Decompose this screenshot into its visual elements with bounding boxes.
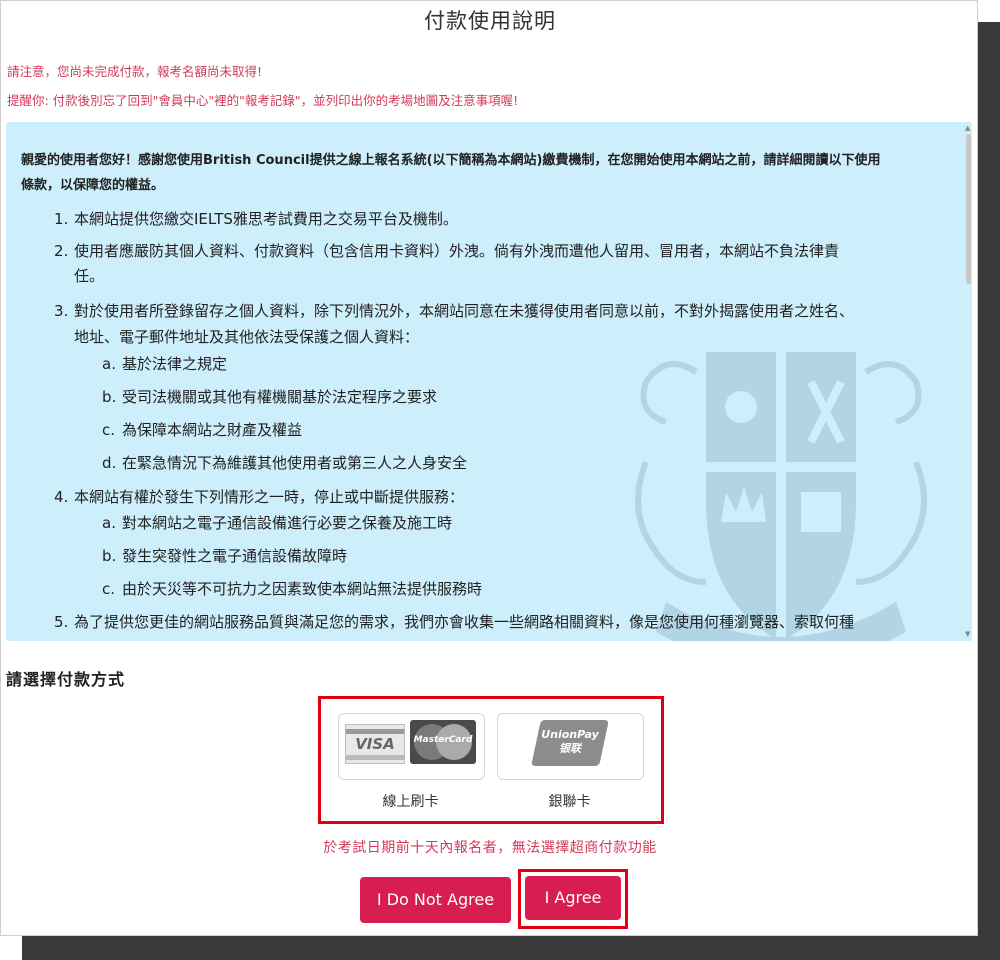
unionpay-option[interactable]: UnionPay 银联 <box>497 713 644 780</box>
dialog-shadow-right <box>978 22 1000 960</box>
term-text: 發生突發性之電子通信設備故障時 <box>122 547 348 565</box>
term-number: d. <box>102 454 117 472</box>
term-text: 為了提供您更佳的網站服務品質與滿足您的需求，我們亦會收集一些網路相關資料，像是您… <box>74 613 855 631</box>
term-text: 為保障本網站之財產及權益 <box>122 421 303 439</box>
term-number: 4. <box>54 488 69 506</box>
term-item-3d: d. 在緊急情況下為維護其他使用者或第三人之人身安全 <box>102 450 467 476</box>
visa-logo-icon: VISA <box>345 724 405 764</box>
visa-logo-text: VISA <box>355 735 395 753</box>
term-text: 地址、電子郵件地址及其他依法受保護之個人資料： <box>74 328 420 346</box>
terms-intro-line-1: 親愛的使用者您好！感謝您使用British Council提供之線上報名系統(以… <box>21 153 881 168</box>
credit-card-option[interactable]: VISA MasterCard <box>338 713 485 780</box>
term-number: 5. <box>54 613 69 631</box>
unionpay-logo-line-1: UnionPay <box>541 728 599 741</box>
term-number: a. <box>102 355 116 373</box>
unionpay-label: 銀聯卡 <box>548 794 591 810</box>
term-item-3a: a. 基於法律之規定 <box>102 351 227 377</box>
term-text: 對於使用者所登錄留存之個人資料，除下列情況外，本網站同意在未獲得使用者同意以前，… <box>74 302 855 320</box>
mastercard-logo-icon: MasterCard <box>410 720 476 764</box>
term-number: c. <box>102 421 116 439</box>
unionpay-logo-line-2: 银联 <box>559 742 581 755</box>
scroll-thumb[interactable] <box>966 134 971 284</box>
print-reminder-notice: 提醒你: 付款後別忘了回到"會員中心"裡的"報考記錄"，並列印出你的考場地圖及注… <box>7 93 519 108</box>
term-text: 受司法機關或其他有權機關基於法定程序之要求 <box>122 388 438 406</box>
payment-method-heading: 請選擇付款方式 <box>6 670 126 689</box>
term-number: a. <box>102 514 116 532</box>
terms-scrollbar[interactable]: ▲ ▼ <box>964 122 972 641</box>
unionpay-logo-text: UnionPay 银联 <box>536 728 604 756</box>
terms-intro: 親愛的使用者您好！感謝您使用British Council提供之線上報名系統(以… <box>21 148 941 198</box>
term-item-3c: c. 為保障本網站之財產及權益 <box>102 417 302 443</box>
term-number: b. <box>102 547 117 565</box>
term-item-5: 5. 為了提供您更佳的網站服務品質與滿足您的需求，我們亦會收集一些網路相關資料，像… <box>54 609 854 635</box>
convenience-store-warning: 於考試日期前十天內報名者，無法選擇超商付款功能 <box>323 840 657 856</box>
term-number: c. <box>102 580 116 598</box>
agree-button[interactable]: I Agree <box>525 876 621 920</box>
credit-card-label: 線上刷卡 <box>382 794 439 810</box>
term-number: b. <box>102 388 117 406</box>
term-item-3b: b. 受司法機關或其他有權機關基於法定程序之要求 <box>102 384 437 410</box>
term-number: 3. <box>54 302 69 320</box>
term-text: 對本網站之電子通信設備進行必要之保養及施工時 <box>122 514 453 532</box>
term-text: 由於天災等不可抗力之因素致使本網站無法提供服務時 <box>122 580 483 598</box>
unionpay-logo-icon: UnionPay 银联 <box>531 720 609 766</box>
payment-options-box: VISA MasterCard UnionPay 银联 線上刷卡 銀聯卡 <box>318 696 664 824</box>
scroll-up-icon[interactable]: ▲ <box>965 124 970 132</box>
mastercard-logo-text: MasterCard <box>413 735 473 745</box>
payment-incomplete-notice: 請注意，您尚未完成付款，報考名額尚未取得! <box>7 64 263 79</box>
do-not-agree-button[interactable]: I Do Not Agree <box>360 877 511 923</box>
term-item-2-continuation: 任。 <box>74 263 104 289</box>
terms-intro-line-2: 條款，以保障您的權益。 <box>21 178 165 193</box>
term-text: 本網站有權於發生下列情形之一時，停止或中斷提供服務： <box>74 488 465 506</box>
term-item-2: 2. 使用者應嚴防其個人資料、付款資料（包含信用卡資料）外洩。倘有外洩而遭他人留用… <box>54 238 839 264</box>
term-item-3-continuation: 地址、電子郵件地址及其他依法受保護之個人資料： <box>74 324 419 350</box>
term-text: 本網站提供您繳交IELTS雅思考試費用之交易平台及機制。 <box>74 210 458 228</box>
term-text: 使用者應嚴防其個人資料、付款資料（包含信用卡資料）外洩。倘有外洩而遭他人留用、冒… <box>74 242 840 260</box>
term-text: 在緊急情況下為維護其他使用者或第三人之人身安全 <box>122 454 468 472</box>
term-text: 基於法律之規定 <box>122 355 228 373</box>
terms-content: 親愛的使用者您好！感謝您使用British Council提供之線上報名系統(以… <box>6 122 958 641</box>
scroll-down-icon[interactable]: ▼ <box>965 630 970 638</box>
terms-scroll-panel[interactable]: 親愛的使用者您好！感謝您使用British Council提供之線上報名系統(以… <box>6 122 972 641</box>
payment-instructions-dialog: 付款使用說明 請注意，您尚未完成付款，報考名額尚未取得! 提醒你: 付款後別忘了… <box>0 0 978 936</box>
term-number: 1. <box>54 210 69 228</box>
term-number: 2. <box>54 242 69 260</box>
term-item-4a: a. 對本網站之電子通信設備進行必要之保養及施工時 <box>102 510 452 536</box>
term-item-4b: b. 發生突發性之電子通信設備故障時 <box>102 543 347 569</box>
term-item-4: 4. 本網站有權於發生下列情形之一時，停止或中斷提供服務： <box>54 484 464 510</box>
dialog-shadow-bottom <box>22 936 1000 960</box>
term-item-3: 3. 對於使用者所登錄留存之個人資料，除下列情況外，本網站同意在未獲得使用者同意以… <box>54 298 854 324</box>
term-item-1: 1. 本網站提供您繳交IELTS雅思考試費用之交易平台及機制。 <box>54 206 458 232</box>
term-text: 任。 <box>74 267 105 285</box>
page-title: 付款使用說明 <box>424 9 556 33</box>
term-item-4c: c. 由於天災等不可抗力之因素致使本網站無法提供服務時 <box>102 576 482 602</box>
crest-watermark-icon <box>635 352 927 641</box>
